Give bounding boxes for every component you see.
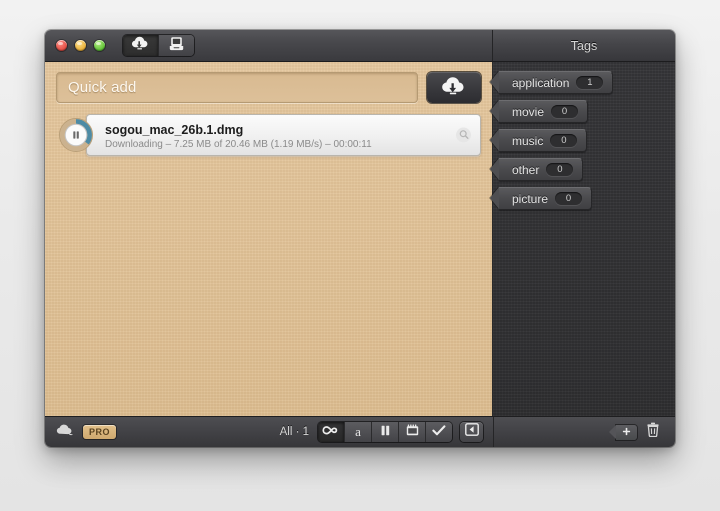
bottom-toolbar-right [493, 417, 675, 447]
filter-scheduled[interactable] [399, 422, 426, 442]
sidebar-toggle-icon [464, 423, 479, 441]
window-body: Quick add sogou_mac_26b.1.dmg Downloadin… [45, 62, 675, 416]
download-button[interactable] [427, 72, 481, 103]
cloud-download-icon [441, 76, 467, 100]
delete-tag-button[interactable] [644, 422, 661, 442]
filter-paused[interactable] [372, 422, 399, 442]
titlebar: Tags [45, 30, 675, 62]
tag-count-badge: 0 [551, 105, 579, 118]
add-tag-button[interactable] [609, 423, 637, 441]
filter-segmented-control: a [318, 422, 452, 442]
quick-add-row: Quick add [45, 62, 492, 112]
quick-add-input[interactable]: Quick add [56, 72, 418, 103]
tab-dropbox[interactable] [159, 35, 194, 56]
downloads-pane: Quick add sogou_mac_26b.1.dmg Downloadin… [45, 62, 493, 416]
letter-a-icon: a [355, 424, 361, 439]
tag-label: other [512, 162, 540, 177]
item-count-label: All · 1 [279, 426, 309, 438]
tag-item-picture[interactable]: picture 0 [499, 187, 593, 210]
tag-label: movie [512, 104, 545, 119]
window-controls [56, 40, 105, 51]
tag-item-music[interactable]: music 0 [499, 129, 588, 152]
dropbox-tray-icon [169, 36, 184, 56]
download-progress-knob[interactable] [58, 117, 94, 153]
tag-item-other[interactable]: other 0 [499, 158, 584, 181]
pro-badge[interactable]: PRO [83, 425, 117, 439]
magnifier-icon [459, 126, 469, 144]
zoom-button[interactable] [94, 40, 105, 51]
bottom-toolbar: PRO All · 1 a [45, 416, 675, 447]
calendar-icon [406, 423, 419, 441]
infinity-icon [322, 423, 340, 441]
bottom-toolbar-left: PRO All · 1 a [45, 417, 493, 447]
downloads-list: sogou_mac_26b.1.dmg Downloading – 7.25 M… [45, 112, 492, 416]
tab-downloads[interactable] [123, 35, 159, 56]
cloud-icon[interactable] [56, 423, 74, 441]
download-status: Downloading – 7.25 MB of 20.46 MB (1.19 … [105, 138, 372, 150]
close-button[interactable] [56, 40, 67, 51]
main-window: Tags Quick add sogou_mac_26b.1.dmg Downl… [45, 30, 675, 447]
filter-completed[interactable] [426, 422, 452, 442]
add-tag-icon [622, 423, 631, 441]
tag-label: music [512, 133, 544, 148]
tags-panel-title: Tags [492, 30, 675, 61]
pause-icon [381, 423, 390, 441]
tags-pane: application 1 movie 0 music 0 other 0 pi… [493, 62, 675, 416]
minimize-button[interactable] [75, 40, 86, 51]
tag-count-badge: 0 [546, 163, 574, 176]
tag-count-badge: 1 [576, 76, 604, 89]
tag-count-badge: 0 [550, 134, 578, 147]
download-item[interactable]: sogou_mac_26b.1.dmg Downloading – 7.25 M… [56, 114, 481, 156]
filter-all[interactable] [318, 422, 345, 442]
sidebar-toggle-button[interactable] [460, 422, 483, 442]
trash-icon [646, 422, 660, 442]
tag-label: application [512, 75, 570, 90]
tag-label: picture [512, 191, 549, 206]
tag-count-badge: 0 [555, 192, 583, 205]
download-card[interactable]: sogou_mac_26b.1.dmg Downloading – 7.25 M… [86, 114, 481, 156]
cloud-download-icon [131, 36, 150, 55]
tag-item-movie[interactable]: movie 0 [499, 100, 589, 123]
download-filename: sogou_mac_26b.1.dmg [105, 122, 244, 137]
checkmark-icon [432, 423, 446, 441]
reveal-in-finder-button[interactable] [456, 126, 471, 144]
quick-add-placeholder: Quick add [68, 79, 137, 96]
filter-active[interactable]: a [345, 422, 372, 442]
tag-item-application[interactable]: application 1 [499, 71, 614, 94]
view-segmented-control [123, 35, 194, 56]
